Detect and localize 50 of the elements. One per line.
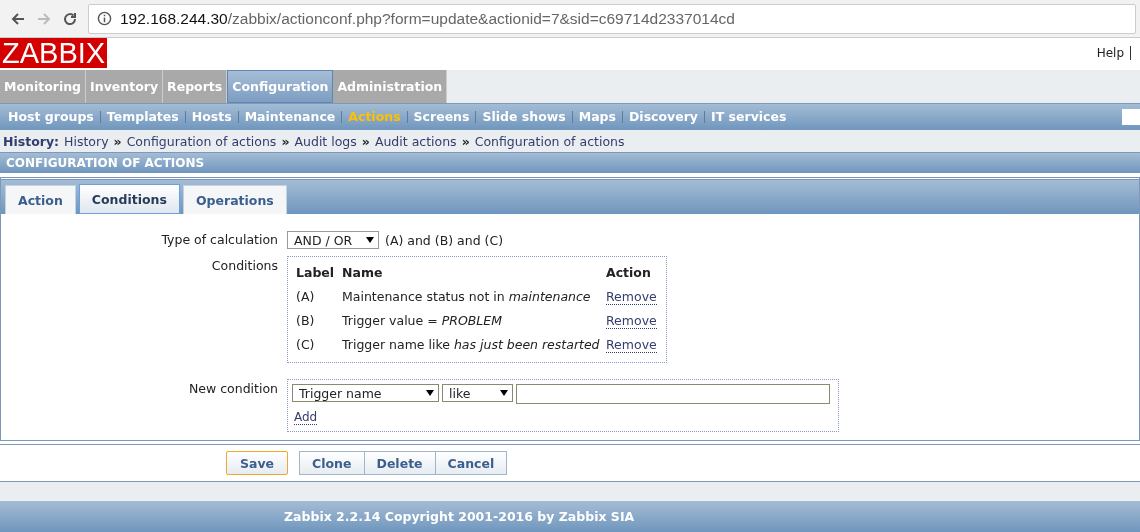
tab[interactable]: Action (5, 185, 76, 214)
history-link[interactable]: Configuration of actions (126, 133, 277, 149)
breadcrumb-separator: » (281, 133, 290, 149)
back-icon[interactable] (10, 10, 26, 27)
tab[interactable]: Operations (182, 185, 287, 214)
field-label: Conditions (210, 257, 279, 275)
history-link[interactable]: Configuration of actions (474, 133, 625, 149)
reload-icon[interactable] (62, 10, 78, 27)
value-input[interactable] (516, 384, 830, 404)
column-header: Label (296, 264, 336, 280)
caret-icon (426, 390, 434, 396)
table-cell-text: Trigger value = PROBLEM (342, 312, 503, 328)
info-icon[interactable] (97, 11, 112, 26)
caret-icon (366, 237, 374, 243)
condition-type-dropdown[interactable]: Trigger name (292, 384, 439, 402)
save-button[interactable]: Save (226, 451, 289, 475)
page-title: CONFIGURATION OF ACTIONS (6, 156, 205, 170)
help-link[interactable]: Help (1096, 46, 1131, 60)
calculation-dropdown[interactable]: AND / OR (287, 231, 379, 249)
table-cell-text: (C) (296, 336, 316, 352)
address-bar[interactable]: 192.168.244.30/zabbix/actionconf.php?form=update&actionid=7&sid=c69714d2337014cd (88, 3, 1136, 34)
form-button[interactable]: Delete (363, 451, 436, 475)
history-label: History: (3, 133, 60, 149)
field-label: Type of calculation (160, 231, 279, 249)
add-link[interactable]: Add (294, 410, 318, 425)
calculation-formula: (A) and (B) and (C) (385, 232, 504, 248)
table-cell-text: (B) (296, 312, 316, 328)
field-label: New condition (187, 380, 279, 398)
history-link[interactable]: Audit actions (374, 133, 457, 149)
remove-link[interactable]: Remove (606, 312, 657, 329)
operator-dropdown[interactable]: like (442, 384, 513, 402)
tab[interactable]: Conditions (78, 184, 180, 214)
breadcrumb-separator: » (113, 133, 122, 149)
history-link[interactable]: History (64, 133, 109, 149)
form-button[interactable]: Clone (299, 451, 365, 475)
breadcrumb-separator: » (361, 133, 370, 149)
footer-text: Zabbix 2.2.14 Copyright 2001-2016 by Zabbix SIA (284, 509, 635, 524)
table-cell-text: Trigger name like has just been restarted (342, 336, 601, 352)
history-link[interactable]: Audit logs (294, 133, 357, 149)
table-cell-text: (A) (296, 288, 316, 304)
column-header: Name (342, 264, 384, 280)
zabbix-logo[interactable]: ZABBIX (0, 38, 108, 68)
column-header: Action (606, 264, 652, 280)
table-cell-text: Maintenance status not in maintenance (342, 288, 592, 304)
remove-link[interactable]: Remove (606, 336, 657, 353)
caret-icon (500, 390, 508, 396)
breadcrumb-separator: » (461, 133, 470, 149)
search-field[interactable] (1122, 109, 1140, 125)
form-button[interactable]: Cancel (434, 451, 508, 475)
remove-link[interactable]: Remove (606, 288, 657, 305)
